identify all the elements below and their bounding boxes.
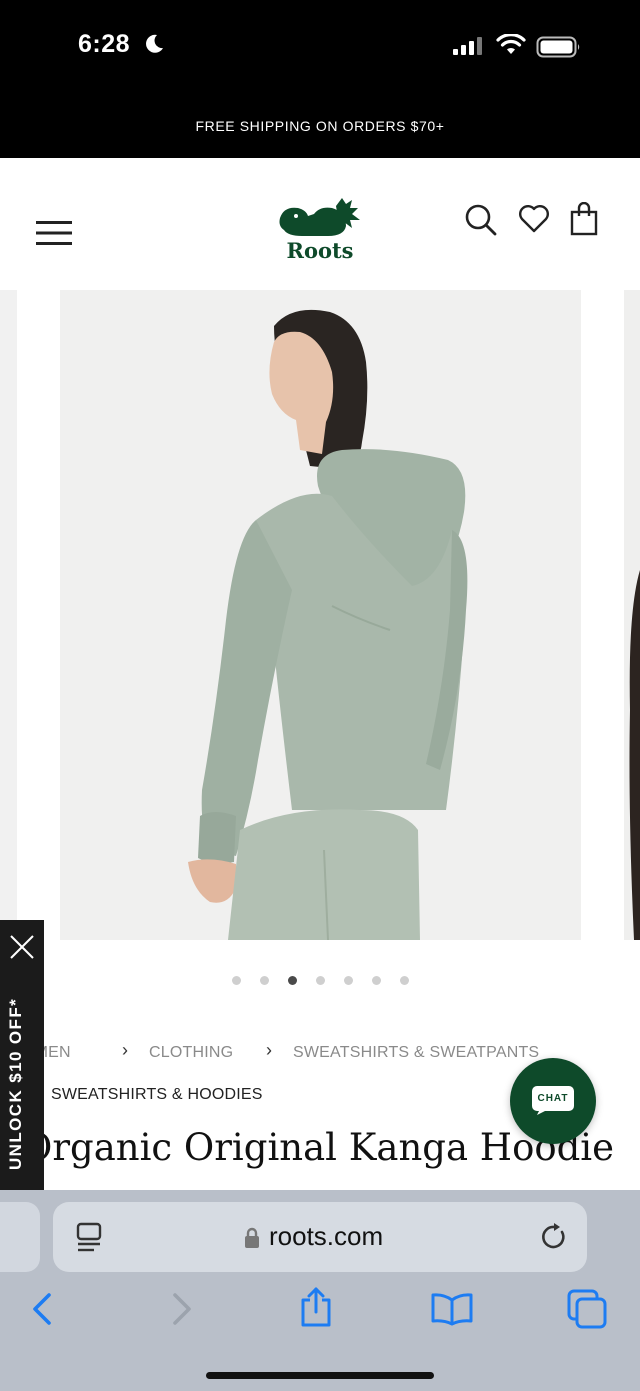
carousel-dot[interactable] bbox=[343, 976, 353, 985]
unlock-offer-label: UNLOCK $10 OFF* bbox=[6, 997, 25, 1170]
tabs-icon[interactable] bbox=[566, 1288, 608, 1330]
chevron-right-icon: › bbox=[266, 1040, 272, 1060]
search-icon[interactable] bbox=[464, 203, 498, 237]
heart-icon[interactable] bbox=[518, 204, 550, 234]
carousel-slide-next[interactable] bbox=[624, 290, 640, 940]
product-image[interactable] bbox=[60, 290, 581, 940]
battery-icon bbox=[536, 36, 580, 58]
bag-icon[interactable] bbox=[570, 202, 598, 236]
carousel-dot[interactable] bbox=[315, 976, 325, 985]
share-icon[interactable] bbox=[298, 1286, 334, 1328]
chat-label: CHAT bbox=[537, 1093, 569, 1104]
status-time: 6:28 bbox=[78, 30, 131, 58]
chevron-right-icon: › bbox=[122, 1040, 128, 1060]
promo-banner[interactable]: FREE SHIPPING ON ORDERS $70+ bbox=[0, 118, 640, 134]
breadcrumb-sweatshirts-sweatpants[interactable]: SWEATSHIRTS & SWEATPANTS bbox=[293, 1044, 539, 1062]
carousel-dot[interactable] bbox=[231, 976, 241, 985]
carousel-dot[interactable] bbox=[399, 976, 409, 985]
forward-icon[interactable] bbox=[170, 1292, 194, 1326]
close-icon[interactable] bbox=[9, 934, 35, 960]
carousel-dot[interactable] bbox=[259, 976, 269, 985]
carousel-dot-active[interactable] bbox=[287, 976, 297, 985]
breadcrumb-clothing[interactable]: CLOTHING bbox=[149, 1044, 233, 1062]
logo-wordmark: Roots bbox=[286, 238, 354, 263]
breadcrumb-sweatshirts-hoodies[interactable]: SWEATSHIRTS & HOODIES bbox=[51, 1086, 263, 1104]
back-icon[interactable] bbox=[30, 1292, 54, 1326]
next-slide-preview bbox=[629, 570, 640, 940]
bookmarks-icon[interactable] bbox=[430, 1292, 474, 1326]
hoodie-model-illustration bbox=[188, 309, 468, 940]
carousel-pagination[interactable] bbox=[0, 976, 640, 986]
status-bar bbox=[0, 0, 640, 158]
menu-icon[interactable] bbox=[36, 220, 72, 246]
carousel-dot[interactable] bbox=[371, 976, 381, 985]
carousel-slide-previous[interactable] bbox=[0, 290, 17, 940]
home-indicator bbox=[206, 1372, 434, 1379]
previous-tab-preview[interactable] bbox=[0, 1202, 40, 1272]
reader-icon[interactable] bbox=[76, 1222, 104, 1252]
moon-icon bbox=[146, 34, 163, 53]
lock-icon bbox=[245, 1227, 259, 1248]
signal-icon bbox=[453, 37, 482, 55]
wifi-icon bbox=[496, 34, 526, 54]
url-text[interactable]: roots.com bbox=[269, 1221, 383, 1252]
reload-icon[interactable] bbox=[540, 1222, 568, 1252]
